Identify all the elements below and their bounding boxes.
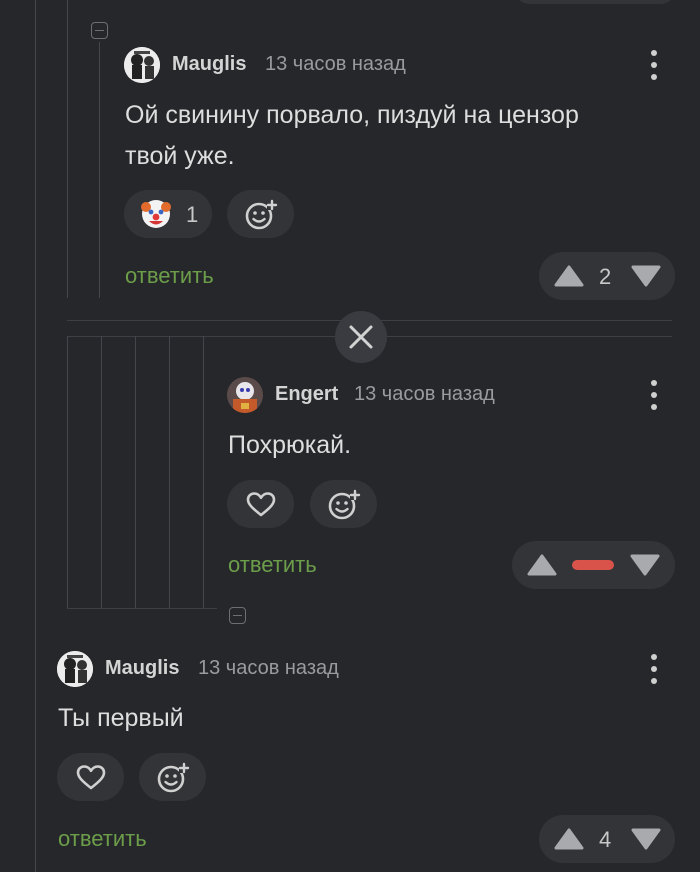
downvote-icon[interactable]: [630, 827, 662, 851]
upvote-icon[interactable]: [553, 827, 585, 851]
collapse-icon[interactable]: [91, 22, 108, 39]
avatar[interactable]: [57, 651, 93, 687]
rating-value: 4: [599, 827, 612, 852]
thread-line-level1: [67, 0, 68, 298]
add-reaction-button[interactable]: [310, 480, 377, 528]
upvote-icon[interactable]: [526, 553, 558, 577]
add-reaction-icon: [245, 199, 278, 230]
comment-time: 13 часов назад: [265, 53, 406, 75]
thread-line-level2: [99, 42, 100, 298]
upvote-icon[interactable]: [553, 264, 585, 288]
collapse-icon[interactable]: [229, 607, 246, 624]
thread-line-a: [67, 336, 68, 608]
rating-hidden-bar: [572, 560, 614, 570]
add-reaction-button[interactable]: [227, 190, 294, 238]
clown-face-icon: [141, 200, 171, 228]
comment-author[interactable]: Mauglis: [172, 53, 246, 76]
close-icon: [349, 325, 373, 349]
comment-author[interactable]: Engert: [275, 383, 338, 406]
comment-text: Ты первый: [58, 704, 184, 732]
reply-link[interactable]: ответить: [125, 263, 214, 289]
reply-link[interactable]: ответить: [228, 552, 317, 578]
thread-line-c: [135, 336, 136, 608]
vote-widget: [512, 541, 675, 589]
add-reaction-icon: [157, 762, 190, 793]
rating-value: 2: [599, 264, 612, 289]
close-thread-button[interactable]: [335, 311, 387, 363]
previous-vote-pill: [515, 0, 675, 4]
downvote-icon[interactable]: [629, 553, 661, 577]
like-button[interactable]: [57, 753, 124, 801]
comment-author[interactable]: Mauglis: [105, 657, 179, 680]
thread-line-e: [203, 336, 204, 608]
reaction-count: 1: [186, 202, 199, 227]
avatar[interactable]: [124, 47, 160, 83]
vote-widget: 4: [539, 815, 675, 863]
thread-line-bottom: [67, 608, 217, 609]
comment-time: 13 часов назад: [198, 657, 339, 679]
kebab-menu-icon[interactable]: [644, 652, 664, 686]
heart-icon: [246, 492, 276, 517]
thread-line-b: [101, 336, 102, 608]
add-reaction-icon: [328, 489, 361, 520]
comment-text: Похрюкай.: [228, 431, 352, 459]
add-reaction-button[interactable]: [139, 753, 206, 801]
reply-link[interactable]: ответить: [58, 826, 147, 852]
downvote-icon[interactable]: [630, 264, 662, 288]
comment-text-line1: Ой свинину порвало, пиздуй на цензор: [125, 101, 579, 129]
avatar[interactable]: [227, 377, 263, 413]
thread-line-root: [35, 0, 36, 872]
vote-widget: 2: [539, 252, 675, 300]
reaction-clown-button[interactable]: 1: [124, 190, 212, 238]
heart-icon: [76, 765, 106, 790]
comment-time: 13 часов назад: [354, 383, 495, 405]
comment-text-line2: твой уже.: [125, 142, 235, 170]
thread-line-d: [169, 336, 170, 608]
kebab-menu-icon[interactable]: [644, 378, 664, 412]
kebab-menu-icon[interactable]: [644, 48, 664, 82]
like-button[interactable]: [227, 480, 294, 528]
